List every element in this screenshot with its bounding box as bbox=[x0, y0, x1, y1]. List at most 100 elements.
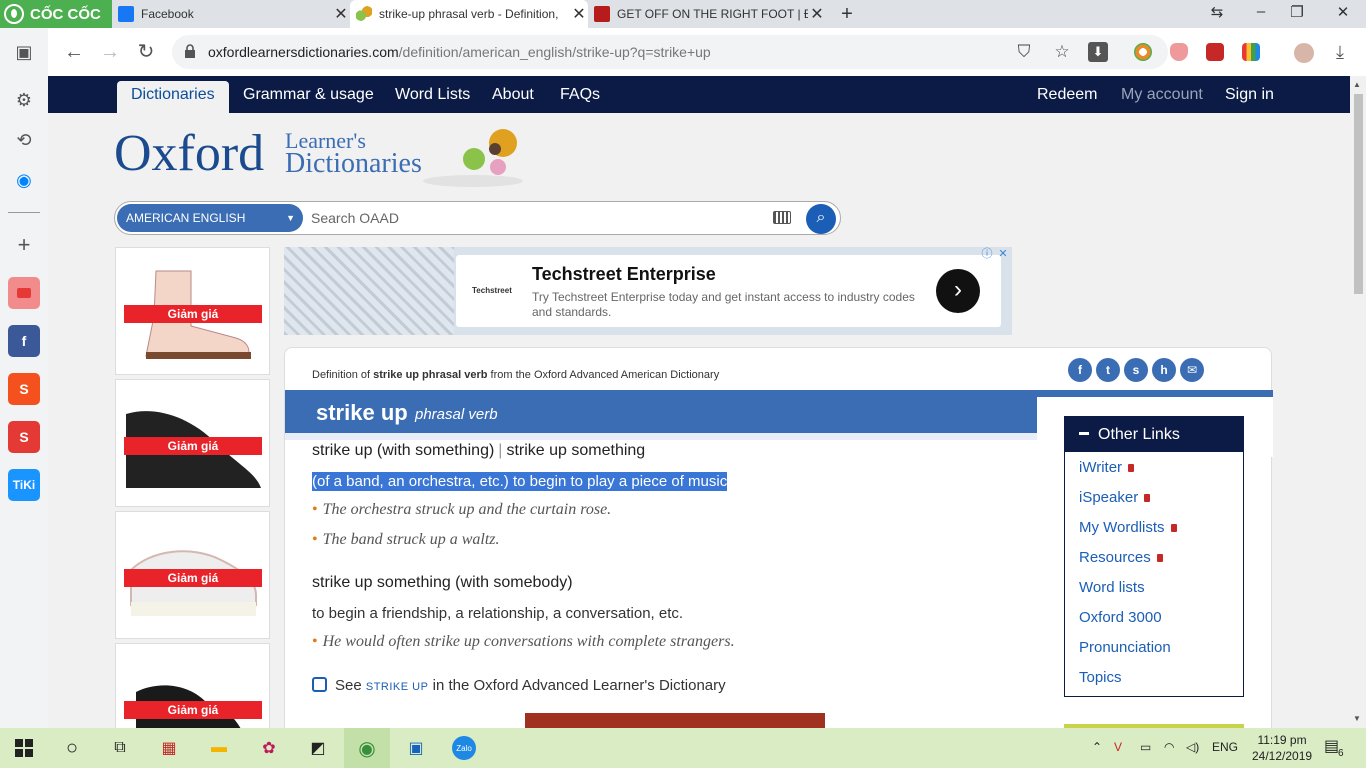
zalo-icon[interactable]: Zalo bbox=[452, 736, 476, 760]
scroll-thumb[interactable] bbox=[1354, 94, 1363, 294]
bookmark-star-icon[interactable]: ☆ bbox=[1052, 42, 1072, 62]
banner-ad[interactable]: Techstreet Techstreet Enterprise Try Tec… bbox=[284, 247, 1012, 335]
nav-word-lists[interactable]: Word Lists bbox=[395, 86, 470, 104]
ad-close-icon[interactable]: ✕ bbox=[996, 247, 1010, 261]
nav-my-account[interactable]: My account bbox=[1121, 86, 1203, 104]
headword-subband bbox=[285, 433, 1037, 440]
tab-cambridge[interactable]: GET OFF ON THE RIGHT FOOT | Đị ✕ bbox=[588, 0, 826, 28]
maximize-button[interactable]: ❐ bbox=[1282, 3, 1312, 21]
adblock-icon[interactable] bbox=[1170, 43, 1188, 61]
coccoc-taskbar-icon[interactable]: ◉ bbox=[344, 728, 390, 768]
link-oxford-3000[interactable]: Oxford 3000 bbox=[1079, 609, 1162, 626]
email-share-icon[interactable]: ✉ bbox=[1180, 358, 1204, 382]
scroll-up-icon[interactable]: ▲ bbox=[1353, 80, 1361, 89]
close-tab-icon[interactable]: ✕ bbox=[808, 4, 826, 24]
product-card[interactable]: Giảm giá bbox=[115, 379, 270, 507]
add-app-icon[interactable]: + bbox=[8, 229, 40, 261]
product-card[interactable]: Giảm giá bbox=[115, 643, 270, 728]
extension-icon[interactable] bbox=[1206, 43, 1224, 61]
sidebar-toggle-icon[interactable]: ▣ bbox=[8, 36, 40, 68]
shopee-icon[interactable]: S bbox=[8, 373, 40, 405]
scroll-down-icon[interactable]: ▼ bbox=[1353, 714, 1361, 723]
clock[interactable]: 11:19 pm 24/12/2019 bbox=[1252, 732, 1312, 764]
side-product-ad[interactable]: ⓘ ✕ Giảm giá Giảm giá Giảm giá Giảm giá bbox=[115, 247, 271, 728]
nav-sign-in[interactable]: Sign in bbox=[1225, 86, 1274, 104]
oxford-favicon-icon bbox=[356, 6, 372, 22]
bottom-ad[interactable] bbox=[525, 713, 825, 728]
shield-icon[interactable]: ⛉ bbox=[1014, 42, 1034, 62]
search-input[interactable]: Search OAAD bbox=[311, 210, 399, 226]
facebook-icon[interactable]: f bbox=[8, 325, 40, 357]
nav-faqs[interactable]: FAQs bbox=[560, 86, 600, 104]
tab-facebook[interactable]: Facebook ✕ bbox=[112, 0, 350, 28]
history-icon[interactable]: ⟲ bbox=[8, 124, 40, 156]
headword: strike up bbox=[316, 400, 408, 425]
app-icon[interactable]: ▦ bbox=[157, 736, 181, 760]
input-language[interactable]: ENG bbox=[1212, 740, 1238, 754]
dictionary-language-select[interactable]: AMERICAN ENGLISH ▼ bbox=[117, 204, 303, 232]
sendo-icon[interactable]: S bbox=[8, 421, 40, 453]
link-pronunciation[interactable]: Pronunciation bbox=[1079, 639, 1171, 656]
link-resources[interactable]: Resources bbox=[1079, 549, 1163, 566]
extension-icon[interactable] bbox=[1242, 43, 1260, 61]
minimize-button[interactable]: – bbox=[1246, 3, 1276, 20]
search-button[interactable]: ⌕ bbox=[806, 204, 836, 234]
search-circle-icon[interactable]: ○ bbox=[60, 736, 84, 760]
example-1: • The orchestra struck up and the curtain… bbox=[312, 501, 612, 518]
volume-icon[interactable]: ◁) bbox=[1186, 740, 1199, 754]
link-ispeaker[interactable]: iSpeaker bbox=[1079, 489, 1151, 506]
address-bar[interactable]: oxfordlearnersdictionaries.com/definitio… bbox=[172, 35, 1168, 69]
ad-card[interactable]: Techstreet Techstreet Enterprise Try Tec… bbox=[456, 255, 1001, 327]
product-card[interactable]: Giảm giá bbox=[115, 511, 270, 639]
coccoc-menu-button[interactable]: CỐC CỐC bbox=[0, 0, 112, 28]
youtube-icon[interactable] bbox=[8, 277, 40, 309]
site-top-nav: Dictionaries Grammar & usage Word Lists … bbox=[48, 76, 1350, 113]
reload-button[interactable]: ↻ bbox=[134, 41, 158, 63]
forward-button[interactable]: → bbox=[98, 41, 122, 63]
other-links-header[interactable]: Other Links bbox=[1065, 417, 1243, 452]
app-icon[interactable]: ▣ bbox=[404, 736, 428, 760]
ad-info-icon[interactable]: ⓘ bbox=[980, 247, 994, 261]
wifi-icon[interactable]: ◠ bbox=[1164, 740, 1174, 754]
close-tab-icon[interactable]: ✕ bbox=[570, 4, 588, 24]
see-also-link[interactable]: See STRIKE UP in the Oxford Advanced Lea… bbox=[312, 677, 726, 694]
nav-dictionaries[interactable]: Dictionaries bbox=[117, 81, 229, 113]
nav-about[interactable]: About bbox=[492, 86, 534, 104]
link-iwriter[interactable]: iWriter bbox=[1079, 459, 1135, 476]
nav-grammar-usage[interactable]: Grammar & usage bbox=[243, 86, 374, 104]
back-button[interactable]: ← bbox=[62, 41, 86, 63]
messenger-icon[interactable]: ◉ bbox=[8, 164, 40, 196]
tray-app-icon[interactable]: V bbox=[1114, 740, 1122, 754]
keyboard-icon[interactable] bbox=[773, 211, 791, 224]
download-page-icon[interactable]: ⬇ bbox=[1088, 42, 1108, 62]
link-my-wordlists[interactable]: My Wordlists bbox=[1079, 519, 1177, 536]
tiki-icon[interactable]: TiKi bbox=[8, 469, 40, 501]
link-topics[interactable]: Topics bbox=[1079, 669, 1122, 686]
product-card[interactable]: Giảm giá bbox=[115, 247, 270, 375]
task-view-icon[interactable]: ⧉ bbox=[108, 736, 132, 760]
facebook-share-icon[interactable]: f bbox=[1068, 358, 1092, 382]
twitter-share-icon[interactable]: t bbox=[1096, 358, 1120, 382]
stumbleupon-share-icon[interactable]: s bbox=[1124, 358, 1148, 382]
settings-gear-icon[interactable]: ⚙ bbox=[8, 84, 40, 116]
profile-avatar[interactable] bbox=[1294, 43, 1314, 63]
new-tab-button[interactable]: + bbox=[836, 3, 858, 26]
tray-chevron-up-icon[interactable]: ⌃ bbox=[1092, 740, 1102, 754]
link-word-lists[interactable]: Word lists bbox=[1079, 579, 1145, 596]
notifications-icon[interactable]: ▤ bbox=[1324, 736, 1339, 756]
page-scrollbar[interactable]: ▲ ▼ bbox=[1350, 76, 1366, 728]
hi5-share-icon[interactable]: h bbox=[1152, 358, 1176, 382]
close-tab-icon[interactable]: ✕ bbox=[332, 4, 350, 24]
sticky-app-icon[interactable]: ◩ bbox=[306, 736, 330, 760]
battery-icon[interactable]: ▭ bbox=[1140, 740, 1151, 754]
file-explorer-icon[interactable]: ▬ bbox=[207, 736, 231, 760]
tab-search-button[interactable]: ⇆ bbox=[1202, 3, 1232, 21]
nav-redeem[interactable]: Redeem bbox=[1037, 86, 1097, 104]
extension-icon[interactable] bbox=[1134, 43, 1152, 61]
paint-icon[interactable]: ✿ bbox=[257, 736, 281, 760]
close-window-button[interactable]: ✕ bbox=[1328, 3, 1358, 21]
tab-oxford[interactable]: strike-up phrasal verb - Definition, ✕ bbox=[350, 0, 588, 28]
windows-start-icon[interactable] bbox=[12, 736, 36, 760]
ad-next-arrow-icon[interactable]: › bbox=[936, 269, 980, 313]
downloads-icon[interactable]: ⤓ bbox=[1328, 41, 1352, 63]
